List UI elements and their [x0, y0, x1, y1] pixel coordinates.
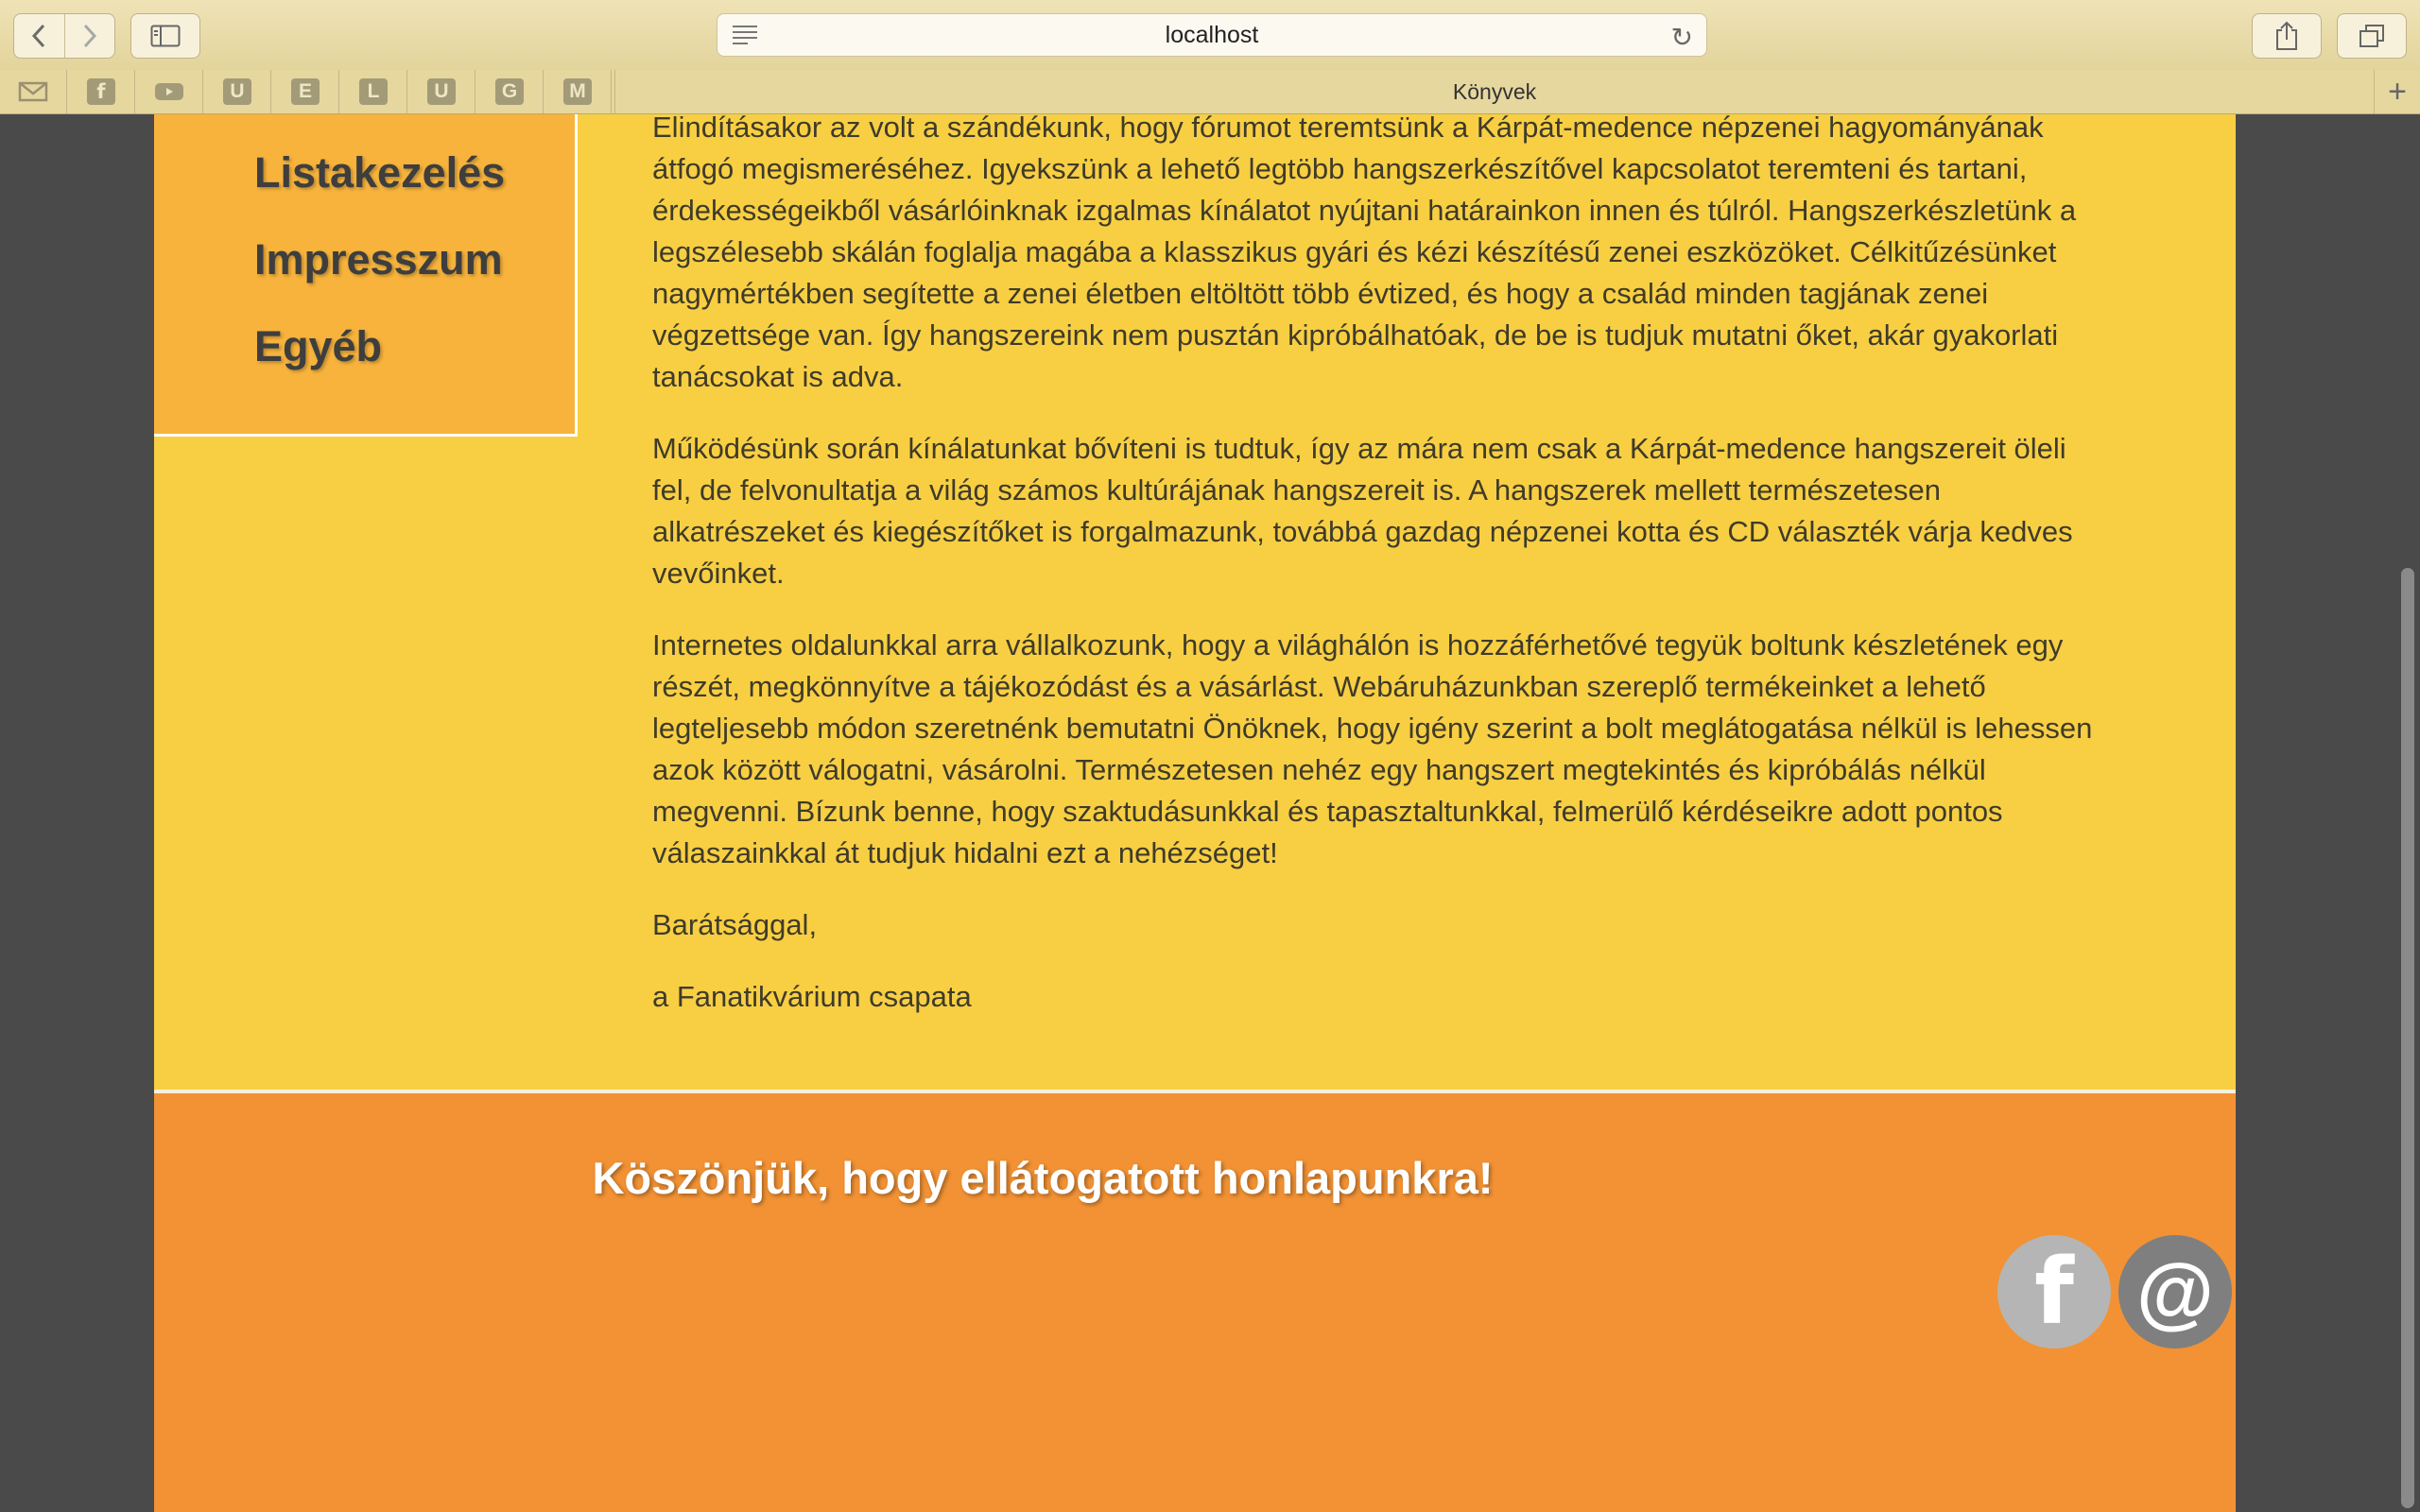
back-button[interactable]: [14, 14, 64, 58]
letter-icon: L: [359, 78, 388, 105]
main-content: Elindításakor az volt a szándékunk, hogy…: [652, 114, 2108, 1048]
footer: Köszönjük, hogy ellátogatott honlapunkra…: [154, 1090, 2236, 1512]
letter-icon: U: [223, 78, 251, 105]
email-link[interactable]: @: [2118, 1235, 2232, 1349]
facebook-icon: f: [87, 78, 115, 105]
paragraph-webshop: Internetes oldalunkkal arra vállalkozunk…: [652, 628, 2093, 869]
tabs-icon: [2360, 25, 2384, 47]
reload-icon[interactable]: ↻: [1671, 22, 1693, 53]
bookmark-u-1[interactable]: U: [204, 70, 271, 113]
bookmark-e[interactable]: E: [272, 70, 339, 113]
url-text: localhost: [1165, 21, 1259, 48]
footer-thanks: Köszönjük, hogy ellátogatott honlapunkra…: [592, 1153, 1494, 1203]
browser-toolbar: localhost ↻: [0, 0, 2420, 71]
plus-icon: +: [2388, 73, 2407, 110]
tab-bar: f U E L U G M Könyvek +: [0, 70, 2420, 114]
bookmark-mail[interactable]: [0, 70, 67, 113]
menu-item-impresszum[interactable]: Impresszum: [254, 235, 503, 284]
letter-icon: U: [427, 78, 456, 105]
paragraph-offer: Működésünk során kínálatunkat bővíteni i…: [652, 432, 2073, 590]
letter-icon: E: [291, 78, 320, 105]
tabs-overview-button[interactable]: [2337, 13, 2407, 59]
active-tab[interactable]: Könyvek: [614, 70, 2375, 113]
chevron-left-icon: [32, 24, 45, 48]
page-body: Listakezelés Impresszum Egyéb Elindítása…: [154, 114, 2236, 1512]
bookmark-l[interactable]: L: [340, 70, 407, 113]
bookmark-g[interactable]: G: [476, 70, 544, 113]
letter-icon: G: [495, 78, 524, 105]
sidebar-icon: [150, 25, 181, 47]
bookmark-facebook[interactable]: f: [68, 70, 135, 113]
tab-title: Könyvek: [1452, 78, 1537, 104]
chevron-right-icon: [83, 24, 96, 48]
menu-item-listakezeles[interactable]: Listakezelés: [254, 148, 505, 198]
bookmark-m[interactable]: M: [544, 70, 612, 113]
bookmark-youtube[interactable]: [136, 70, 203, 113]
share-icon: [2276, 21, 2297, 50]
paragraph-intro: Elindításakor az volt a szándékunk, hogy…: [652, 114, 2077, 393]
sidebar-toggle-button[interactable]: [130, 13, 200, 59]
facebook-icon: f: [2034, 1239, 2074, 1345]
at-sign-icon: @: [2136, 1246, 2214, 1336]
bookmark-u-2[interactable]: U: [408, 70, 475, 113]
side-menu: Listakezelés Impresszum Egyéb: [154, 114, 578, 437]
nav-buttons: [13, 13, 115, 59]
page-viewport: Listakezelés Impresszum Egyéb Elindítása…: [0, 114, 2420, 1512]
address-bar[interactable]: localhost ↻: [717, 13, 1707, 57]
menu-item-egyeb[interactable]: Egyéb: [254, 322, 382, 371]
signature: a Fanatikvárium csapata: [652, 980, 972, 1013]
forward-button[interactable]: [63, 14, 115, 58]
youtube-icon: [155, 83, 183, 100]
scrollbar[interactable]: [2394, 114, 2420, 1512]
new-tab-button[interactable]: +: [2375, 70, 2420, 113]
facebook-link[interactable]: f: [1997, 1235, 2111, 1349]
closing-greeting: Barátsággal,: [652, 908, 818, 941]
letter-icon: M: [563, 78, 592, 105]
scrollbar-thumb[interactable]: [2401, 568, 2414, 1508]
mail-icon: [18, 81, 48, 102]
reader-icon[interactable]: [731, 24, 759, 44]
share-button[interactable]: [2252, 13, 2322, 59]
